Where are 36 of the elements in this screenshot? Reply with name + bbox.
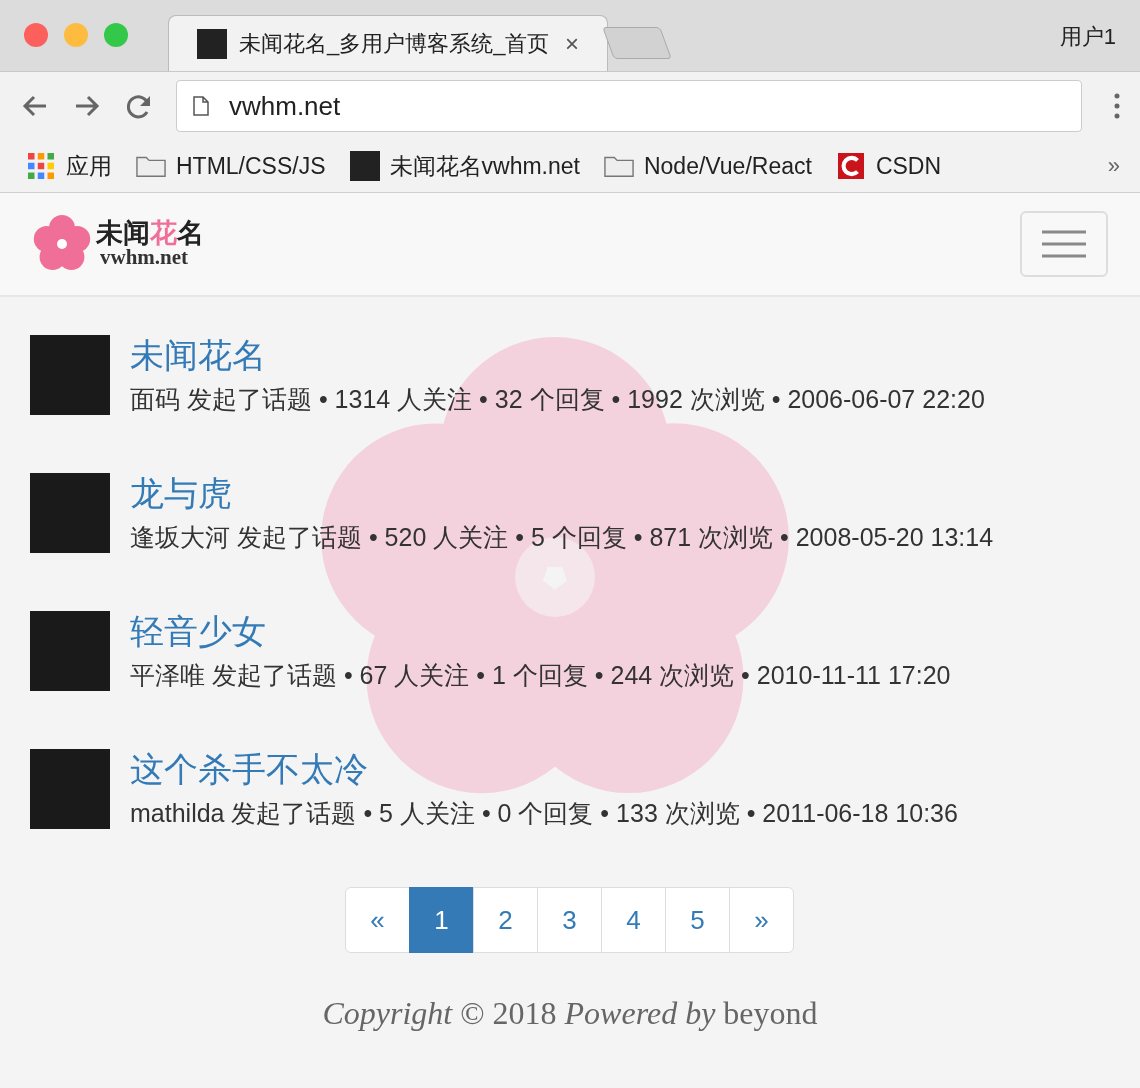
bookmark-item[interactable]: Node/Vue/React <box>603 152 812 180</box>
topic-title-link[interactable]: 轻音少女 <box>130 611 266 651</box>
topic-meta: 逢坂大河 发起了话题 • 520 人关注 • 5 个回复 • 871 次浏览 • 2008-05-20 13:14 <box>130 522 994 553</box>
profile-name[interactable]: 用户1 <box>1059 22 1116 52</box>
address-bar[interactable]: vwhm.net <box>176 80 1082 132</box>
logo-subtitle: vwhm.net <box>100 247 189 268</box>
page-link[interactable]: 3 <box>537 887 602 953</box>
page-link[interactable]: 4 <box>601 887 666 953</box>
bookmark-item[interactable]: CSDN <box>835 152 942 180</box>
logo-title: 未闻花名 <box>96 220 204 247</box>
page-link[interactable]: 2 <box>473 887 538 953</box>
previous-page-link[interactable]: « <box>345 887 410 953</box>
bookmark-item[interactable]: 应用 <box>26 150 112 182</box>
page-icon <box>193 96 209 116</box>
topic-title-link[interactable]: 未闻花名 <box>130 335 266 375</box>
close-window-button[interactable] <box>24 22 48 47</box>
topic-title-link[interactable]: 这个杀手不太冷 <box>130 749 368 789</box>
browser-tab[interactable]: 未闻花名_多用户博客系统_首页 × <box>168 15 608 71</box>
menu-button[interactable] <box>1020 211 1108 277</box>
topic-meta: 平泽唯 发起了话题 • 67 人关注 • 1 个回复 • 244 次浏览 • 2010-11-11 17:20 <box>130 660 951 691</box>
next-page-link[interactable]: » <box>729 887 794 953</box>
bookmark-item[interactable]: 未闻花名vwhm.net <box>349 150 580 182</box>
menu-icon <box>1042 229 1086 259</box>
bookmark-item[interactable]: HTML/CSS/JS <box>136 152 326 180</box>
more-bookmarks-icon[interactable]: » <box>1107 153 1120 179</box>
topic-meta: 面码 发起了话题 • 1314 人关注 • 32 个回复 • 1992 次浏览 • 2006-06-07 22:20 <box>130 384 985 415</box>
page-link[interactable]: 1 <box>409 887 474 953</box>
more-menu-icon[interactable] <box>1114 93 1120 119</box>
footer-copyright: Copyright © 2018 Powered by beyond <box>321 995 819 1032</box>
topic-meta: mathilda 发起了话题 • 5 人关注 • 0 个回复 • 133 次浏览 • 2011-06-18 10:36 <box>130 798 958 829</box>
csdn-logo-icon <box>835 153 866 179</box>
close-tab-icon[interactable]: × <box>565 29 579 58</box>
apps-grid-icon <box>26 153 56 179</box>
topic-title-link[interactable]: 龙与虎 <box>130 473 232 513</box>
tab-title: 未闻花名_多用户博客系统_首页 <box>239 29 551 58</box>
page-link[interactable]: 5 <box>665 887 730 953</box>
